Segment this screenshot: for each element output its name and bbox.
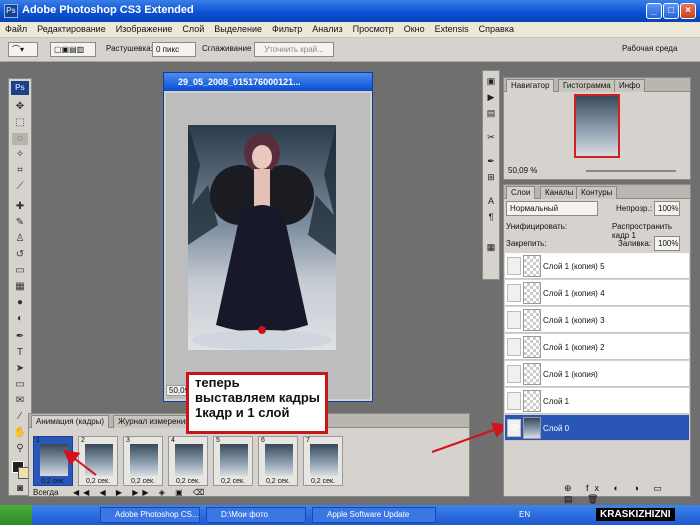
- layer-thumbnail: [523, 309, 541, 331]
- tab-info[interactable]: Инфо: [614, 79, 646, 92]
- layers-tabs: Слои Каналы Контуры: [504, 185, 690, 199]
- history-icon[interactable]: ▣: [485, 75, 497, 87]
- layer-actions-icon[interactable]: ⊕ fx ◐ ◑ ▭ ▤ 🗑: [564, 483, 690, 505]
- lock-label: Закрепить:: [506, 239, 547, 248]
- paragraph-icon[interactable]: ¶: [485, 211, 497, 223]
- visibility-toggle[interactable]: [507, 284, 521, 302]
- visibility-toggle[interactable]: [507, 257, 521, 275]
- tab-navigator[interactable]: Навигатор: [506, 79, 555, 92]
- brushes-icon[interactable]: ✒: [485, 155, 497, 167]
- actions-icon[interactable]: ▶: [485, 91, 497, 103]
- fill-label: Заливка:: [618, 239, 652, 248]
- tab-layers[interactable]: Слои: [506, 186, 536, 199]
- layer-row-selected[interactable]: 👁 Слой 0: [505, 415, 689, 441]
- navigator-zoom[interactable]: 50,09 %: [508, 166, 537, 175]
- layer-name: Слой 1 (копия) 2: [543, 343, 605, 352]
- layer-row[interactable]: Слой 1: [505, 388, 689, 414]
- layer-name: Слой 1 (копия) 3: [543, 316, 605, 325]
- layer-name: Слой 1: [543, 397, 570, 406]
- layer-row[interactable]: Слой 1 (копия) 5: [505, 253, 689, 279]
- taskbar-apple-update[interactable]: Apple Software Update: [312, 507, 436, 523]
- fill-input[interactable]: 100%: [654, 236, 680, 251]
- language-indicator[interactable]: EN: [519, 510, 530, 519]
- layer-name: Слой 1 (копия): [543, 370, 598, 379]
- layer-thumbnail: [523, 417, 541, 439]
- unify-label: Унифицировать:: [506, 222, 568, 231]
- panel-dock: ▣ ▶ ▤ ✂ ✒ ⊞ A ¶ ▦: [482, 70, 500, 280]
- arrow-to-frame: [62, 449, 97, 476]
- windows-taskbar: Adobe Photoshop CS... D:\Мои фото Apple …: [0, 505, 700, 525]
- zoom-slider[interactable]: [586, 170, 676, 172]
- layer-thumbnail: [523, 363, 541, 385]
- visibility-toggle[interactable]: [507, 365, 521, 383]
- opacity-label: Непрозр.:: [616, 204, 652, 213]
- arrow-to-layer: [431, 422, 509, 453]
- navigator-preview[interactable]: [574, 94, 620, 158]
- layers-panel: Слои Каналы Контуры Нормальный Непрозр.:…: [503, 184, 691, 504]
- blend-mode-select[interactable]: Нормальный: [506, 201, 598, 216]
- start-button[interactable]: [0, 505, 32, 525]
- tool-presets-icon[interactable]: ✂: [485, 131, 497, 143]
- opacity-input[interactable]: 100%: [654, 201, 680, 216]
- visibility-toggle[interactable]: [507, 338, 521, 356]
- navigator-tabs: Навигатор Гистограмма Инфо: [504, 78, 690, 92]
- layer-name: Слой 1 (копия) 5: [543, 262, 605, 271]
- layer-comps-icon[interactable]: ▤: [485, 107, 497, 119]
- layer-thumbnail: [523, 390, 541, 412]
- tab-paths[interactable]: Контуры: [576, 186, 618, 199]
- layer-thumbnail: [523, 336, 541, 358]
- layer-name: Слой 0: [543, 424, 570, 433]
- layer-name: Слой 1 (копия) 4: [543, 289, 605, 298]
- clone-source-icon[interactable]: ⊞: [485, 171, 497, 183]
- taskbar-folder[interactable]: D:\Мои фото: [206, 507, 306, 523]
- watermark: KRASKIZHIZNI: [596, 508, 675, 521]
- tab-histogram[interactable]: Гистограмма: [558, 79, 616, 92]
- taskbar-photoshop[interactable]: Adobe Photoshop CS...: [100, 507, 200, 523]
- layer-row[interactable]: Слой 1 (копия) 2: [505, 334, 689, 360]
- layer-thumbnail: [523, 255, 541, 277]
- layer-row[interactable]: Слой 1 (копия) 3: [505, 307, 689, 333]
- visibility-toggle[interactable]: [507, 311, 521, 329]
- visibility-toggle[interactable]: [507, 392, 521, 410]
- layer-row[interactable]: Слой 1 (копия) 4: [505, 280, 689, 306]
- layer-thumbnail: [523, 282, 541, 304]
- visibility-eye-icon[interactable]: 👁: [507, 419, 521, 437]
- character-icon[interactable]: A: [485, 195, 497, 207]
- info-panel-icon[interactable]: ▦: [485, 241, 497, 253]
- navigator-panel: Навигатор Гистограмма Инфо 50,09 %: [503, 77, 691, 180]
- tab-channels[interactable]: Каналы: [540, 186, 579, 199]
- layer-row[interactable]: Слой 1 (копия): [505, 361, 689, 387]
